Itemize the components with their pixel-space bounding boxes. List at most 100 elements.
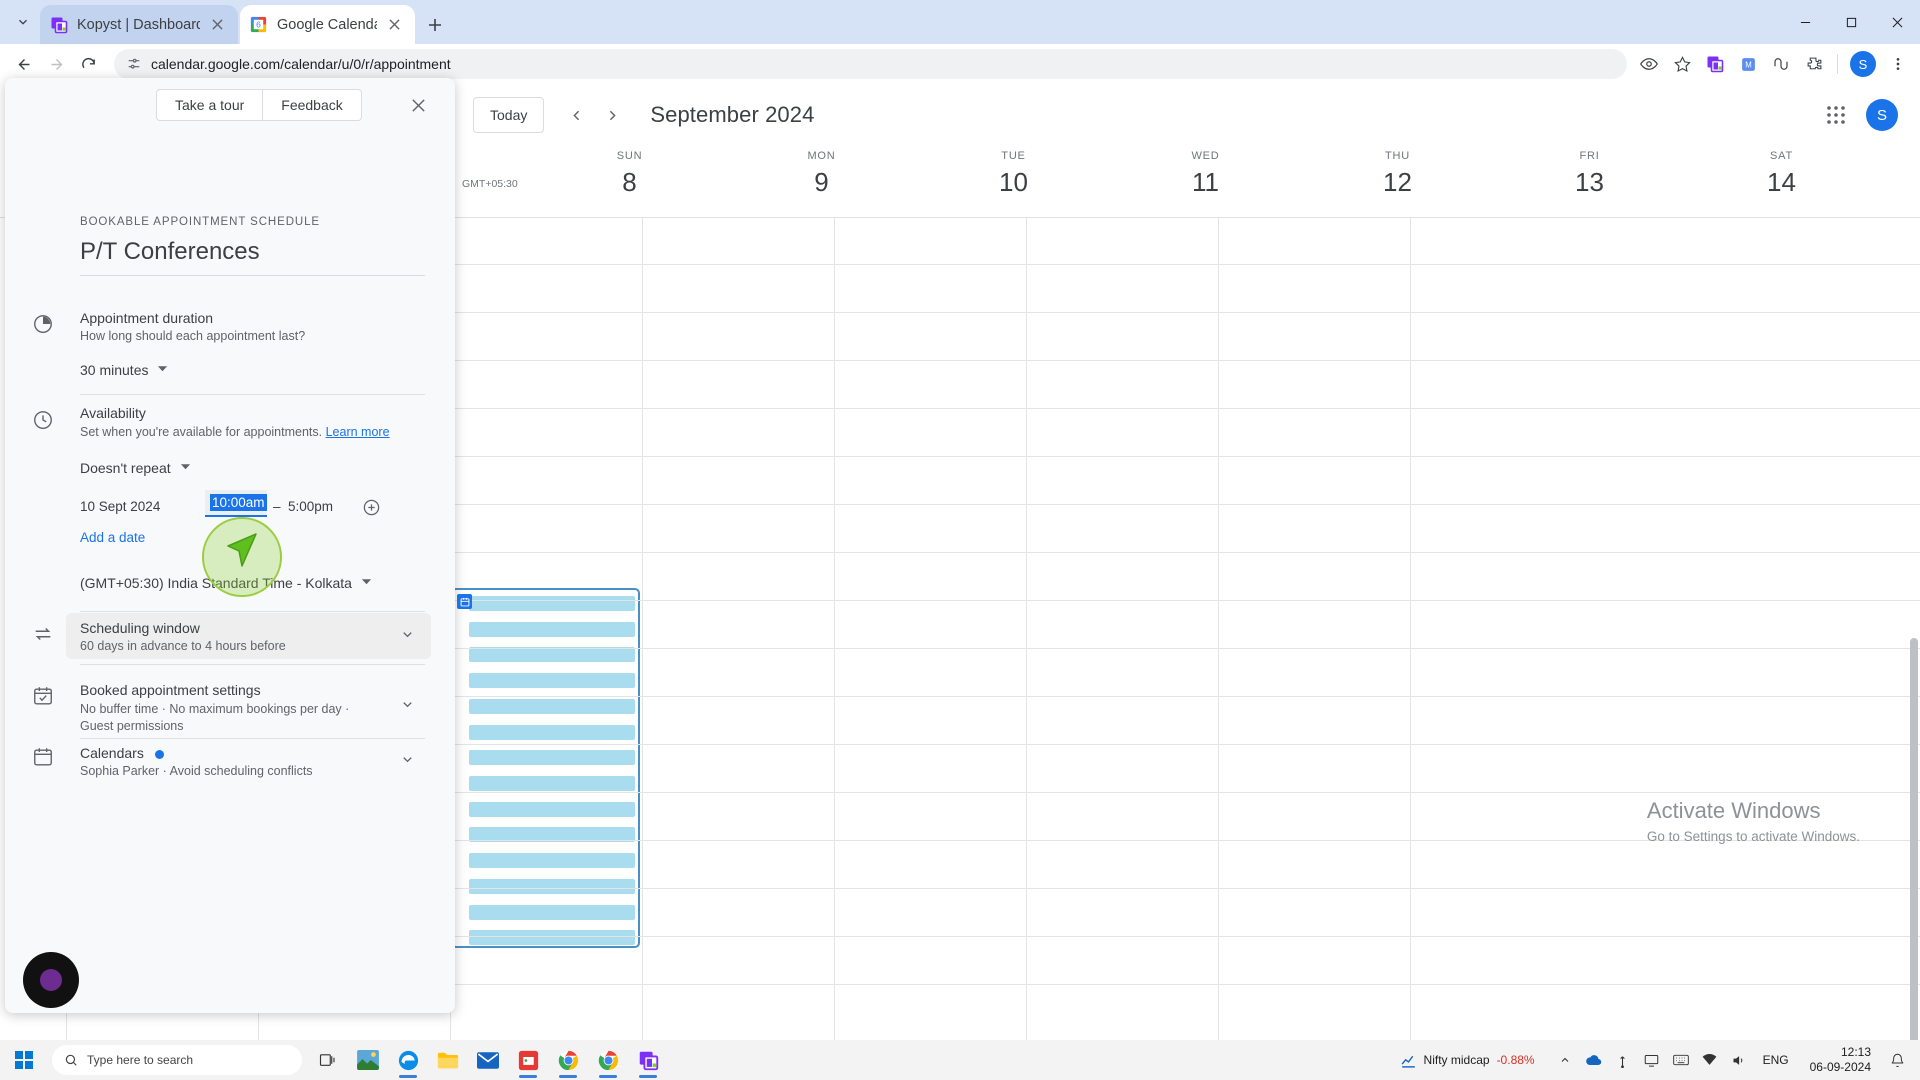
account-avatar[interactable]: S xyxy=(1866,99,1898,131)
profile-avatar[interactable]: S xyxy=(1850,51,1876,77)
start-button[interactable] xyxy=(0,1040,48,1080)
today-button[interactable]: Today xyxy=(473,97,545,133)
timezone-dropdown[interactable]: (GMT+05:30) India Standard Time - Kolkat… xyxy=(80,574,372,592)
chevron-down-icon[interactable] xyxy=(400,627,415,647)
calendars-status-dot xyxy=(154,749,164,759)
calendar-scrollbar[interactable] xyxy=(1910,638,1918,1050)
tray-expand-icon[interactable] xyxy=(1552,1045,1578,1075)
appointment-slot[interactable] xyxy=(469,647,635,663)
tray-onedrive-icon[interactable] xyxy=(1581,1045,1607,1075)
tab-search-chevron-icon[interactable] xyxy=(6,6,40,38)
window-minimize-button[interactable] xyxy=(1782,0,1828,44)
day-header-mon[interactable]: MON 9 xyxy=(724,150,919,198)
taskbar-clock[interactable]: 12:13 06-09-2024 xyxy=(1800,1045,1881,1075)
end-time-value[interactable]: 5:00pm xyxy=(288,499,333,514)
chevron-down-icon xyxy=(157,361,168,379)
repeat-dropdown[interactable]: Doesn't repeat xyxy=(80,459,191,477)
chevron-down-icon[interactable] xyxy=(400,752,415,772)
start-time-input[interactable]: 10:00am xyxy=(205,490,267,517)
chevron-down-icon[interactable] xyxy=(400,697,415,717)
appointment-slot[interactable] xyxy=(469,878,635,894)
appointment-slot[interactable] xyxy=(469,698,635,714)
day-header-tue[interactable]: TUE 10 xyxy=(916,150,1111,198)
bookmark-star-icon[interactable] xyxy=(1666,48,1698,80)
screenshot-tool-icon[interactable] xyxy=(1765,48,1797,80)
booked-settings-heading: Booked appointment settings xyxy=(80,682,261,698)
taskbar-chrome-icon-2[interactable] xyxy=(588,1040,628,1080)
day-header-wed[interactable]: WED 11 xyxy=(1108,150,1303,198)
day-header-sun[interactable]: SUN 8 xyxy=(532,150,727,198)
taskbar-kopyst-icon[interactable] xyxy=(628,1040,668,1080)
stock-ticker-widget[interactable]: Nifty midcap -0.88% xyxy=(1400,1052,1535,1069)
booked-settings-section[interactable]: Booked appointment settings No buffer ti… xyxy=(66,675,431,737)
appointment-slot[interactable] xyxy=(469,724,635,740)
duration-dropdown[interactable]: 30 minutes xyxy=(80,361,168,379)
calendars-subtext: Sophia Parker · Avoid scheduling conflic… xyxy=(80,764,313,778)
taskview-icon[interactable] xyxy=(308,1040,348,1080)
previous-week-icon[interactable] xyxy=(558,97,594,133)
taskbar-mail-icon[interactable] xyxy=(468,1040,508,1080)
window-close-button[interactable] xyxy=(1874,0,1920,44)
window-maximize-button[interactable] xyxy=(1828,0,1874,44)
browser-tab-2-close-icon[interactable] xyxy=(383,14,405,36)
tray-network-icon[interactable] xyxy=(1697,1045,1723,1075)
webcam-bubble[interactable] xyxy=(23,952,79,1008)
extensions-puzzle-icon[interactable] xyxy=(1798,48,1830,80)
appointment-slot[interactable] xyxy=(469,596,635,611)
taskbar-edge-icon[interactable] xyxy=(388,1040,428,1080)
chevron-down-icon xyxy=(180,459,191,477)
forward-icon[interactable] xyxy=(40,48,72,80)
chrome-menu-icon[interactable] xyxy=(1882,48,1914,80)
timezone-value: (GMT+05:30) India Standard Time - Kolkat… xyxy=(80,575,352,591)
tray-volume-icon[interactable] xyxy=(1726,1045,1752,1075)
browser-tab-2[interactable]: 6 Google Calendar - Edit bookab xyxy=(240,5,415,44)
tracking-protection-icon[interactable] xyxy=(1633,48,1665,80)
taskbar-search-input[interactable]: Type here to search xyxy=(52,1045,302,1075)
schedule-title-input[interactable]: P/T Conferences xyxy=(80,238,425,276)
take-a-tour-button[interactable]: Take a tour xyxy=(156,89,264,121)
feedback-button[interactable]: Feedback xyxy=(263,89,362,121)
availability-date[interactable]: 10 Sept 2024 xyxy=(80,499,160,514)
appointment-slot[interactable] xyxy=(469,621,635,637)
day-header-thu[interactable]: THU 12 xyxy=(1300,150,1495,198)
tray-usb-icon[interactable] xyxy=(1610,1045,1636,1075)
appointment-schedule-block[interactable] xyxy=(451,588,640,948)
appointment-slot[interactable] xyxy=(469,750,635,766)
notification-center-icon[interactable] xyxy=(1884,1045,1910,1075)
browser-tab-1[interactable]: Kopyst | Dashboard xyxy=(40,5,238,44)
panel-close-icon[interactable] xyxy=(403,90,433,120)
day-number: 14 xyxy=(1767,167,1796,197)
appointment-slot[interactable] xyxy=(469,801,635,817)
appointment-slot[interactable] xyxy=(469,853,635,869)
extension-2-icon[interactable]: M xyxy=(1732,48,1764,80)
new-tab-button[interactable] xyxy=(420,10,450,40)
taskbar-file-explorer-icon[interactable] xyxy=(428,1040,468,1080)
browser-tab-1-close-icon[interactable] xyxy=(206,14,228,36)
timezone-label: GMT+05:30 xyxy=(462,178,518,190)
add-time-range-icon[interactable] xyxy=(359,495,383,519)
appointment-slot[interactable] xyxy=(469,673,635,689)
toolbar-right-icons: M S xyxy=(1633,48,1920,80)
day-header-fri[interactable]: FRI 13 xyxy=(1492,150,1687,198)
learn-more-link[interactable]: Learn more xyxy=(326,425,390,439)
taskbar-chrome-icon-1[interactable] xyxy=(548,1040,588,1080)
appointment-slot[interactable] xyxy=(469,930,635,946)
scheduling-window-section[interactable]: Scheduling window 60 days in advance to … xyxy=(66,613,431,659)
kopyst-extension-icon[interactable] xyxy=(1699,48,1731,80)
appointment-slot[interactable] xyxy=(469,904,635,920)
day-name: THU xyxy=(1384,150,1410,162)
address-bar[interactable]: calendar.google.com/calendar/u/0/r/appoi… xyxy=(114,49,1627,79)
reload-icon[interactable] xyxy=(72,48,104,80)
day-header-sat[interactable]: SAT 14 xyxy=(1684,150,1879,198)
tray-keyboard-icon[interactable] xyxy=(1668,1045,1694,1075)
next-week-icon[interactable] xyxy=(594,97,630,133)
taskbar-store-icon[interactable] xyxy=(508,1040,548,1080)
tray-display-icon[interactable] xyxy=(1639,1045,1665,1075)
appointment-slot[interactable] xyxy=(469,776,635,791)
taskbar-photos-icon[interactable] xyxy=(348,1040,388,1080)
language-indicator[interactable]: ENG xyxy=(1755,1053,1797,1067)
add-a-date-link[interactable]: Add a date xyxy=(80,530,145,545)
calendars-section[interactable]: Calendars Sophia Parker · Avoid scheduli… xyxy=(66,738,431,784)
back-icon[interactable] xyxy=(8,48,40,80)
google-apps-icon[interactable] xyxy=(1816,95,1856,135)
